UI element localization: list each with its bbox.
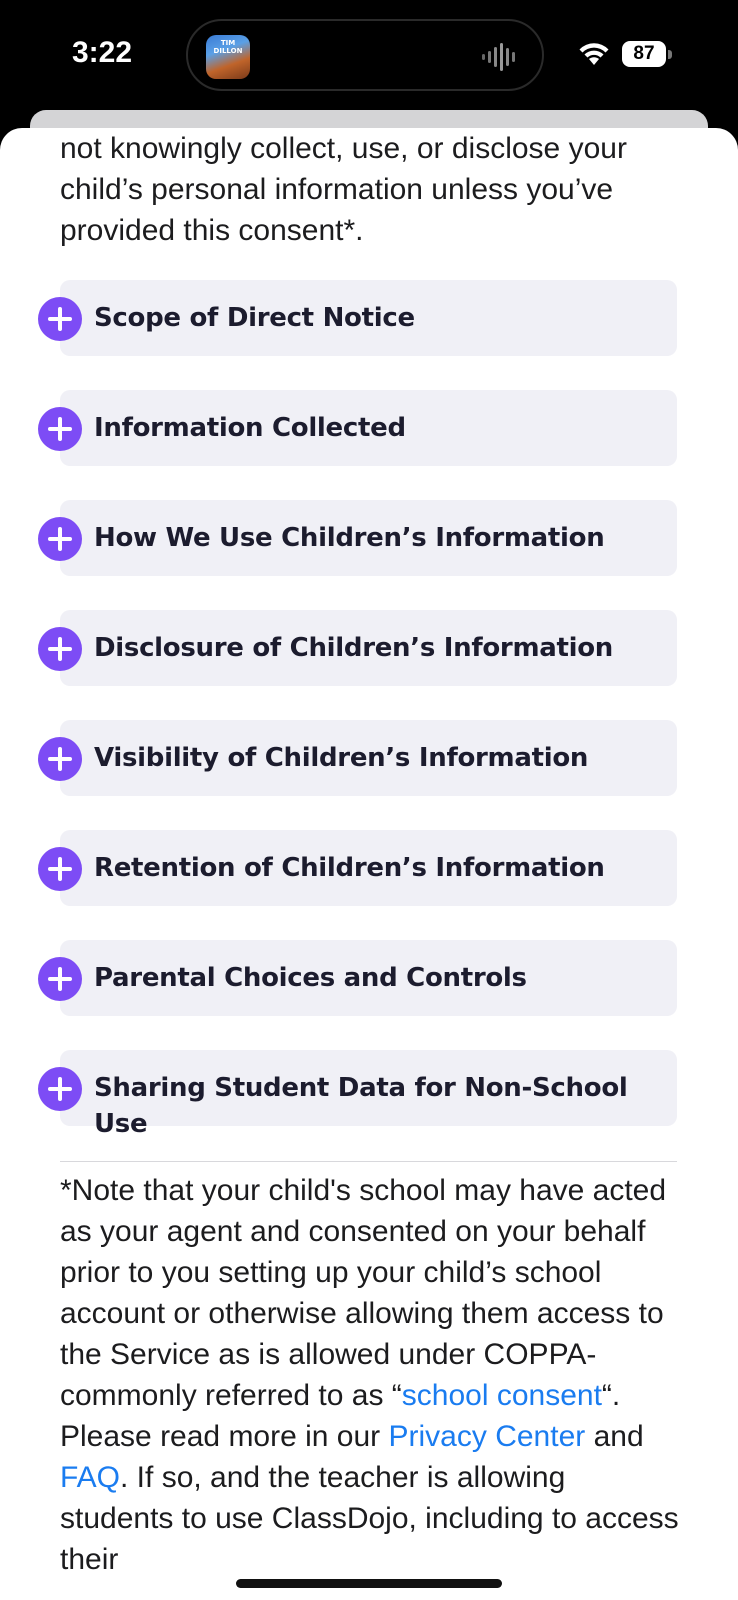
accordion-label[interactable]: How We Use Children’s Information [94,520,605,556]
accordion-label[interactable]: Sharing Student Data for Non-School Use [94,1070,678,1142]
battery-cap [668,50,672,59]
now-playing-artwork: TIM DILLON [206,35,250,79]
artwork-title: TIM DILLON [213,39,243,55]
accordion-item-parental-choices-and-controls[interactable]: Parental Choices and Controls [38,940,678,1050]
school-consent-note: *Note that your child's school may have … [60,1170,680,1580]
battery-icon: 87 [622,41,672,67]
modal-sheet[interactable]: not knowingly collect, use, or disclose … [0,128,738,1600]
note-text-1: *Note that your child's school may have … [60,1174,667,1412]
status-bar: 3:22 TIM DILLON 87 [0,0,738,110]
consent-intro-text: not knowingly collect, use, or disclose … [60,132,627,247]
plus-icon[interactable] [38,407,82,451]
plus-icon[interactable] [38,1067,82,1111]
accordion-item-scope-of-direct-notice[interactable]: Scope of Direct Notice [38,280,678,390]
accordion-label[interactable]: Information Collected [94,410,406,446]
plus-icon[interactable] [38,957,82,1001]
status-time: 3:22 [72,36,133,69]
plus-icon[interactable] [38,517,82,561]
accordion-item-visibility-of-childrens-information[interactable]: Visibility of Children’s Information [38,720,678,830]
accordion-label[interactable]: Scope of Direct Notice [94,300,415,336]
accordion-item-how-we-use-childrens-information[interactable]: How We Use Children’s Information [38,500,678,610]
waveform-icon [482,43,515,71]
note-text-4: . If so, and the teacher is allowing stu… [60,1461,679,1576]
section-divider [60,1161,677,1162]
accordion-item-disclosure-of-childrens-information[interactable]: Disclosure of Children’s Information [38,610,678,720]
plus-icon[interactable] [38,847,82,891]
accordion-item-information-collected[interactable]: Information Collected [38,390,678,500]
school-consent-link[interactable]: school consent [402,1379,602,1412]
accordion-label[interactable]: Retention of Children’s Information [94,850,605,886]
accordion-item-retention-of-childrens-information[interactable]: Retention of Children’s Information [38,830,678,940]
plus-icon[interactable] [38,627,82,671]
wifi-icon [579,43,609,65]
privacy-center-link[interactable]: Privacy Center [389,1420,586,1453]
accordion-label[interactable]: Visibility of Children’s Information [94,740,588,776]
accordion-list: Scope of Direct Notice Information Colle… [38,280,678,1160]
faq-link[interactable]: FAQ [60,1461,120,1494]
note-text-3: and [585,1420,644,1453]
dynamic-island[interactable]: TIM DILLON [186,19,544,91]
accordion-label[interactable]: Disclosure of Children’s Information [94,630,613,666]
battery-body: 87 [622,41,666,67]
battery-level: 87 [633,43,655,64]
accordion-label[interactable]: Parental Choices and Controls [94,960,527,996]
plus-icon[interactable] [38,737,82,781]
home-indicator[interactable] [236,1579,502,1588]
plus-icon[interactable] [38,297,82,341]
accordion-item-sharing-student-data[interactable]: Sharing Student Data for Non-School Use [38,1050,678,1160]
